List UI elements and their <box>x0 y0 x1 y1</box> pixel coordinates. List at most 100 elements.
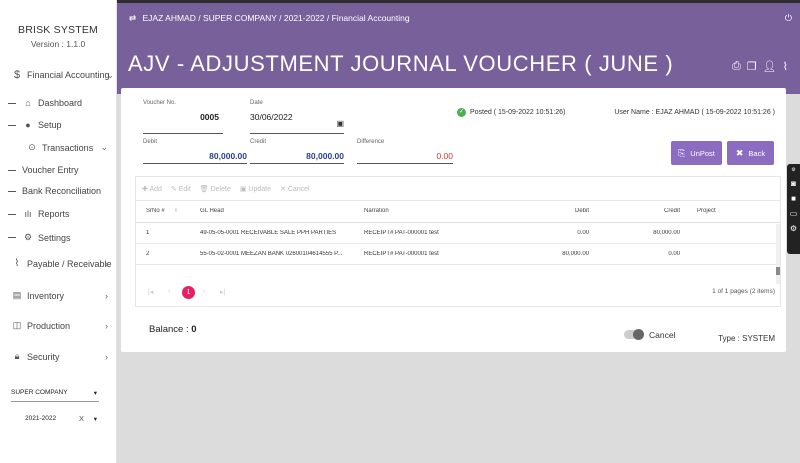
sidebar: BRISK SYSTEM Version : 1.1.0 $ Financial… <box>0 0 117 463</box>
voucher-no-field[interactable]: Voucher No. 0005 <box>143 100 223 134</box>
col-project[interactable]: Project <box>697 208 716 214</box>
difference-field: Difference 0.00 <box>357 139 453 164</box>
breadcrumb: ⇄ EJAZ AHMAD / SUPER COMPANY / 2021-2022… <box>129 13 410 24</box>
grid-header: SrNo # ↑ GL Head Narration Debit Credit … <box>136 201 780 223</box>
sidebar-item-bank-reconciliation[interactable]: Bank Reconciliation <box>8 186 117 196</box>
sidebar-item-payable-receivable[interactable]: ⌇ Payable / Receivable › <box>11 258 117 269</box>
posted-status: ✓ Posted ( 15-09-2022 10:51:26) <box>457 108 565 117</box>
col-srno[interactable]: SrNo # ↑ <box>146 208 177 214</box>
grid-scrollbar[interactable] <box>776 224 780 284</box>
sidebar-item-settings[interactable]: ⚙ Settings <box>8 232 117 243</box>
company-select[interactable]: SUPER COMPANY ▾ <box>11 389 99 397</box>
chevron-right-icon: › <box>105 351 108 362</box>
edit-button[interactable]: ✎ Edit <box>171 185 191 193</box>
sidebar-item-setup[interactable]: ● Setup <box>8 120 117 130</box>
calendar-icon[interactable]: ▣ <box>336 119 344 128</box>
sort-arrow-up-icon: ↑ <box>174 208 178 214</box>
sidebar-item-label: Settings <box>38 232 71 243</box>
settings-small-icon[interactable]: ⚙ <box>791 167 795 173</box>
back-button[interactable]: ✖ Back <box>727 141 774 165</box>
voucher-card: Voucher No. 0005 Date 30/06/2022 ▣ ✓ Pos… <box>121 88 786 352</box>
date-field[interactable]: Date 30/06/2022 ▣ <box>250 100 344 134</box>
page-header: AJV - ADJUSTMENT JOURNAL VOUCHER ( JUNE … <box>117 37 800 94</box>
credit-value: 80,000.00 <box>306 151 344 161</box>
date-label: Date <box>250 100 263 106</box>
floating-tool-panel: ⚙ ◙ ■ ▭ ⚙ <box>787 164 800 254</box>
sidebar-item-financial-accounting[interactable]: $ Financial Accounting ⌄ <box>11 69 117 81</box>
brand: BRISK SYSTEM Version : 1.1.0 <box>0 0 116 62</box>
col-glhead[interactable]: GL Head <box>200 208 224 214</box>
print-icon[interactable]: ⎙ <box>732 60 741 73</box>
cancel-button[interactable]: ✕ Cancel <box>280 185 310 193</box>
gear-icon[interactable]: ⚙ <box>790 224 797 233</box>
delete-button[interactable]: 🗑︎ Delete <box>200 185 231 193</box>
add-button[interactable]: ✚ Add <box>142 185 162 193</box>
next-page-icon[interactable]: › <box>203 288 205 295</box>
date-value: 30/06/2022 <box>250 112 293 122</box>
close-icon: ✖ <box>735 147 744 158</box>
header-toolbar: ⎙ ❐ 👤︎ ⌇ <box>732 60 788 73</box>
voucher-no-label: Voucher No. <box>143 100 177 106</box>
sidebar-item-production[interactable]: ◫ Production › <box>11 320 117 331</box>
attachment-icon[interactable]: ⌇ <box>783 60 788 73</box>
sidebar-item-voucher-entry[interactable]: Voucher Entry <box>8 165 117 175</box>
brand-name: BRISK SYSTEM <box>17 24 98 36</box>
user-info: User Name : EJAZ AHMAD ( 15-09-2022 10:5… <box>614 109 775 116</box>
camera-icon[interactable]: ◙ <box>791 179 796 188</box>
version-label: Version : 1.1.0 <box>30 39 86 49</box>
table-row[interactable]: 1 49-05-05-0001 RECEIVABLE SALE PPH PART… <box>136 223 780 244</box>
sidebar-item-label: Financial Accounting <box>27 70 110 80</box>
col-narration[interactable]: Narration <box>364 208 389 214</box>
calendar-icon: ▤ <box>12 290 22 300</box>
power-icon[interactable]: ⏻ <box>785 13 792 24</box>
add-user-icon[interactable]: 👤︎ <box>763 60 777 73</box>
chevron-right-icon: › <box>105 320 108 331</box>
video-icon[interactable]: ■ <box>791 194 796 203</box>
balance: Balance : 0 <box>149 324 197 335</box>
first-page-icon[interactable]: |◂ <box>148 288 153 296</box>
sidebar-item-security[interactable]: 🔒︎ Security › <box>11 351 117 362</box>
sidebar-item-label: Reports <box>38 209 70 219</box>
clear-icon[interactable]: X <box>79 414 84 423</box>
col-debit[interactable]: Debit <box>529 208 589 214</box>
pager: |◂ ‹ 1 › ▸| 1 of 1 pages (2 items) <box>136 283 782 305</box>
voucher-no-value: 0005 <box>200 112 219 122</box>
difference-value: 0.00 <box>436 151 453 161</box>
prev-page-icon[interactable]: ‹ <box>168 288 170 295</box>
page-1-button[interactable]: 1 <box>182 286 195 299</box>
sidebar-item-label: Payable / Receivable <box>27 258 112 269</box>
year-select-value: 2021-2022 <box>25 415 57 422</box>
windows-icon[interactable]: ▭ <box>790 209 798 218</box>
company-select-value: SUPER COMPANY <box>11 389 68 396</box>
year-select[interactable]: 2021-2022 X ▾ <box>25 414 99 423</box>
paperclip-icon: ⌇ <box>14 258 20 269</box>
journal-grid: ✚ Add ✎ Edit 🗑︎ Delete ▣ Update ✕ Cancel… <box>135 176 781 307</box>
update-button[interactable]: ▣ Update <box>240 185 271 193</box>
sidebar-item-label: Security <box>27 351 60 362</box>
cancel-toggle[interactable] <box>624 329 644 340</box>
type-label: Type : SYSTEM <box>718 334 775 343</box>
caret-down-icon: ▾ <box>93 415 97 423</box>
sidebar-item-label: Production <box>27 320 71 331</box>
unpost-button[interactable]: ⎘ UnPost <box>671 141 722 165</box>
balance-value: 0 <box>191 324 197 335</box>
chevron-down-icon: ⌄ <box>100 142 108 152</box>
table-row[interactable]: 2 55-05-02-0001 MEEZAN BANK 026001046145… <box>136 244 780 265</box>
sidebar-item-reports[interactable]: ılı Reports <box>8 209 117 219</box>
cancel-toggle-label: Cancel <box>649 330 676 340</box>
last-page-icon[interactable]: ▸| <box>220 288 225 296</box>
debit-value: 80,000.00 <box>209 151 247 161</box>
dollar-icon: $ <box>13 69 21 81</box>
sidebar-item-transactions[interactable]: ⊙ Transactions ⌄ <box>26 142 117 153</box>
debit-field: Debit 80,000.00 <box>143 139 247 164</box>
copy-icon[interactable]: ❐ <box>747 60 757 73</box>
sidebar-item-dashboard[interactable]: ⌂ Dashboard <box>8 98 117 108</box>
gear-icon: ⊙ <box>28 142 36 152</box>
credit-label: Credit <box>250 139 267 145</box>
col-credit[interactable]: Credit <box>620 208 680 214</box>
sidebar-item-label: Dashboard <box>38 98 83 108</box>
collapse-arrows-icon[interactable]: ⇄ <box>129 13 136 23</box>
page-info: 1 of 1 pages (2 items) <box>712 288 775 295</box>
sidebar-item-label: Setup <box>38 120 62 130</box>
sidebar-item-inventory[interactable]: ▤ Inventory › <box>11 290 117 301</box>
